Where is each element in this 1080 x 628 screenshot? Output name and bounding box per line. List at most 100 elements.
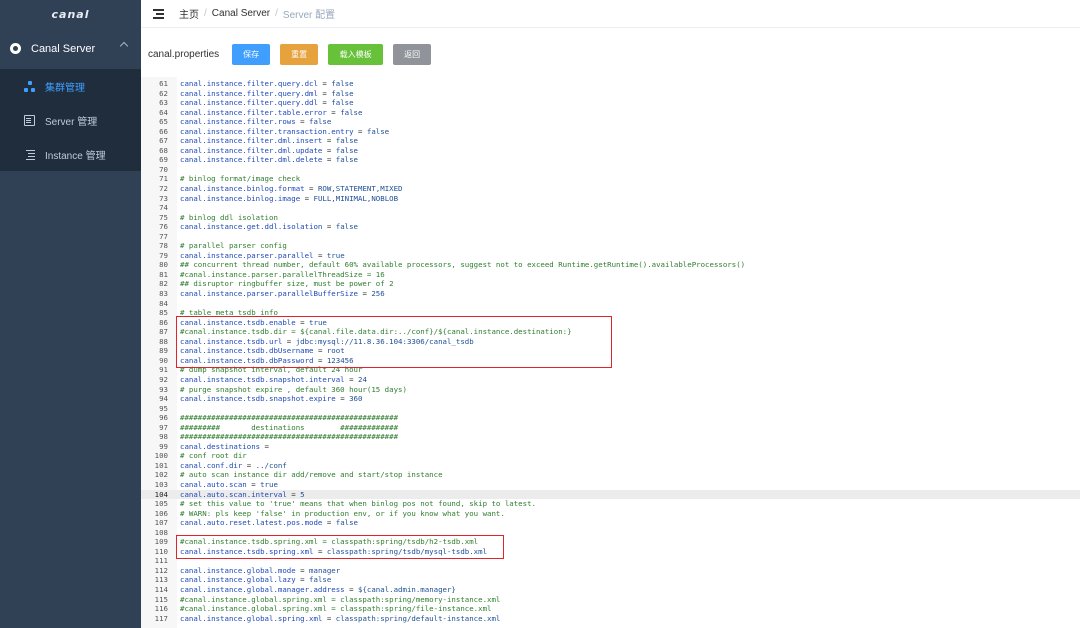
code-line[interactable]: 100 # conf root dir [141,451,1080,461]
code-line[interactable]: 78 # parallel parser config [141,241,1080,251]
code-line[interactable]: 80 ## concurrent thread number, default 6… [141,260,1080,270]
code-line[interactable]: 69 canal.instance.filter.dml.delete = fal… [141,155,1080,165]
code-line[interactable]: 106 # WARN: pls keep 'false' in productio… [141,509,1080,519]
code-line[interactable]: 62 canal.instance.filter.query.dml = fals… [141,89,1080,99]
line-number: 89 [159,346,168,356]
code-line[interactable]: 76 canal.instance.get.ddl.isolation = fal… [141,222,1080,232]
reset-button[interactable]: 重置 [280,43,319,65]
line-number: 103 [154,479,168,489]
chevron-up-icon [119,41,129,51]
app-logo[interactable]: canal [0,0,141,28]
line-number: 94 [159,394,168,404]
line-number: 87 [159,327,168,337]
code-line[interactable]: 105 # set this value to 'true' means that… [141,499,1080,509]
code-line[interactable]: 85 # table meta tsdb info [141,308,1080,318]
code-line[interactable]: 94 canal.instance.tsdb.snapshot.expire = … [141,394,1080,404]
line-number: 109 [154,537,168,547]
code-line[interactable]: 93 # purge snapshot expire , default 360 … [141,385,1080,395]
line-number: 62 [159,88,168,98]
breadcrumb-home[interactable]: 主页 [179,6,199,21]
code-line[interactable]: 74 [141,203,1080,213]
code-line[interactable]: 79 canal.instance.parser.parallel = true [141,251,1080,261]
line-text: canal.instance.tsdb.dbUsername = root [180,346,345,356]
code-line[interactable]: 98 ######################################… [141,432,1080,442]
line-number: 65 [159,117,168,127]
line-text: canal.auto.scan = true [180,479,278,489]
sidebar-item-instance[interactable]: Instance 管理 [0,137,141,171]
code-line[interactable]: 112 canal.instance.global.mode = manager [141,566,1080,576]
line-text: # conf root dir [180,451,247,461]
code-line[interactable]: 111 [141,556,1080,566]
file-name-label: canal.properties [148,48,220,60]
document-icon [24,114,35,126]
line-text: canal.instance.filter.table.error = fals… [180,107,363,117]
code-line[interactable]: 104 canal.auto.scan.interval = 5 [141,489,1080,500]
line-number: 101 [154,460,168,470]
code-line[interactable]: 82 ## disruptor ringbuffer size, must be … [141,279,1080,289]
menu-group-canal-server[interactable]: Canal Server [0,28,141,69]
code-line[interactable]: 116 #canal.instance.global.spring.xml = c… [141,604,1080,614]
code-line[interactable]: 96 ######################################… [141,413,1080,423]
line-text: # binlog ddl isolation [180,212,278,222]
code-line[interactable]: 86 canal.instance.tsdb.enable = true [141,318,1080,328]
line-text: ########################################… [180,413,399,423]
code-line[interactable]: 102 # auto scan instance dir add/remove a… [141,470,1080,480]
code-line[interactable]: 67 canal.instance.filter.dml.insert = fal… [141,136,1080,146]
line-text: # parallel parser config [180,241,287,251]
sidebar-item-cluster[interactable]: 集群管理 [0,69,141,103]
line-text: # WARN: pls keep 'false' in production e… [180,508,505,518]
code-line[interactable]: 113 canal.instance.global.lazy = false [141,575,1080,585]
code-line[interactable]: 77 [141,232,1080,242]
line-text: # dump snapshot interval, default 24 hou… [180,365,363,375]
menu-toggle-icon[interactable] [153,9,164,19]
code-line[interactable]: 88 canal.instance.tsdb.url = jdbc:mysql:/… [141,337,1080,347]
code-line[interactable]: 110 canal.instance.tsdb.spring.xml = clas… [141,547,1080,557]
code-line[interactable]: 90 canal.instance.tsdb.dbPassword = 12345… [141,356,1080,366]
back-button[interactable]: 返回 [393,43,432,65]
line-number: 95 [159,403,168,413]
code-line[interactable]: 73 canal.instance.binlog.image = FULL,MIN… [141,194,1080,204]
code-line[interactable]: 75 # binlog ddl isolation [141,213,1080,223]
load-template-button[interactable]: 载入模板 [328,43,384,65]
code-line[interactable]: 101 canal.conf.dir = ../conf [141,461,1080,471]
breadcrumb: 主页 / Canal Server / Server 配置 [179,6,335,21]
line-text: canal.instance.global.lazy = false [180,575,332,585]
line-number: 106 [154,508,168,518]
code-line[interactable]: 107 canal.auto.reset.latest.pos.mode = fa… [141,518,1080,528]
code-line[interactable]: 84 [141,299,1080,309]
code-line[interactable]: 95 [141,404,1080,414]
code-line[interactable]: 89 canal.instance.tsdb.dbUsername = root [141,346,1080,356]
code-line[interactable]: 109 #canal.instance.tsdb.spring.xml = cla… [141,537,1080,547]
code-line[interactable]: 65 canal.instance.filter.rows = false [141,117,1080,127]
code-editor[interactable]: 61 canal.instance.filter.query.dcl = fals… [141,77,1080,628]
line-text: canal.instance.global.mode = manager [180,565,341,575]
code-line[interactable]: 97 ######### destinations ############# [141,423,1080,433]
code-line[interactable]: 66 canal.instance.filter.transaction.entr… [141,127,1080,137]
line-text: canal.instance.filter.query.dcl = false [180,79,354,88]
code-line[interactable]: 68 canal.instance.filter.dml.update = fal… [141,146,1080,156]
code-line[interactable]: 72 canal.instance.binlog.format = ROW,STA… [141,184,1080,194]
code-line[interactable]: 87 #canal.instance.tsdb.dir = ${canal.fil… [141,327,1080,337]
line-text: #canal.instance.tsdb.spring.xml = classp… [180,537,479,547]
code-line[interactable]: 91 # dump snapshot interval, default 24 h… [141,365,1080,375]
code-line[interactable]: 103 canal.auto.scan = true [141,480,1080,490]
line-text: canal.instance.global.spring.xml = class… [180,613,501,623]
code-line[interactable]: 108 [141,528,1080,538]
code-line[interactable]: 64 canal.instance.filter.table.error = fa… [141,108,1080,118]
code-line[interactable]: 70 [141,165,1080,175]
code-line[interactable]: 99 canal.destinations = [141,442,1080,452]
code-line[interactable]: 63 canal.instance.filter.query.ddl = fals… [141,98,1080,108]
code-line[interactable]: 83 canal.instance.parser.parallelBufferSi… [141,289,1080,299]
code-line[interactable]: 81 #canal.instance.parser.parallelThreadS… [141,270,1080,280]
line-number: 70 [159,164,168,174]
sidebar-item-server[interactable]: Server 管理 [0,103,141,137]
code-line[interactable]: 117 canal.instance.global.spring.xml = cl… [141,614,1080,624]
line-text: canal.instance.filter.dml.update = false [180,145,358,155]
code-line[interactable]: 71 # binlog format/image check [141,174,1080,184]
breadcrumb-canal-server[interactable]: Canal Server [212,8,270,19]
code-line[interactable]: 114 canal.instance.global.manager.address… [141,585,1080,595]
code-line[interactable]: 92 canal.instance.tsdb.snapshot.interval … [141,375,1080,385]
code-line[interactable]: 61 canal.instance.filter.query.dcl = fals… [141,79,1080,89]
code-line[interactable]: 115 #canal.instance.global.spring.xml = c… [141,595,1080,605]
save-button[interactable]: 保存 [232,43,271,65]
